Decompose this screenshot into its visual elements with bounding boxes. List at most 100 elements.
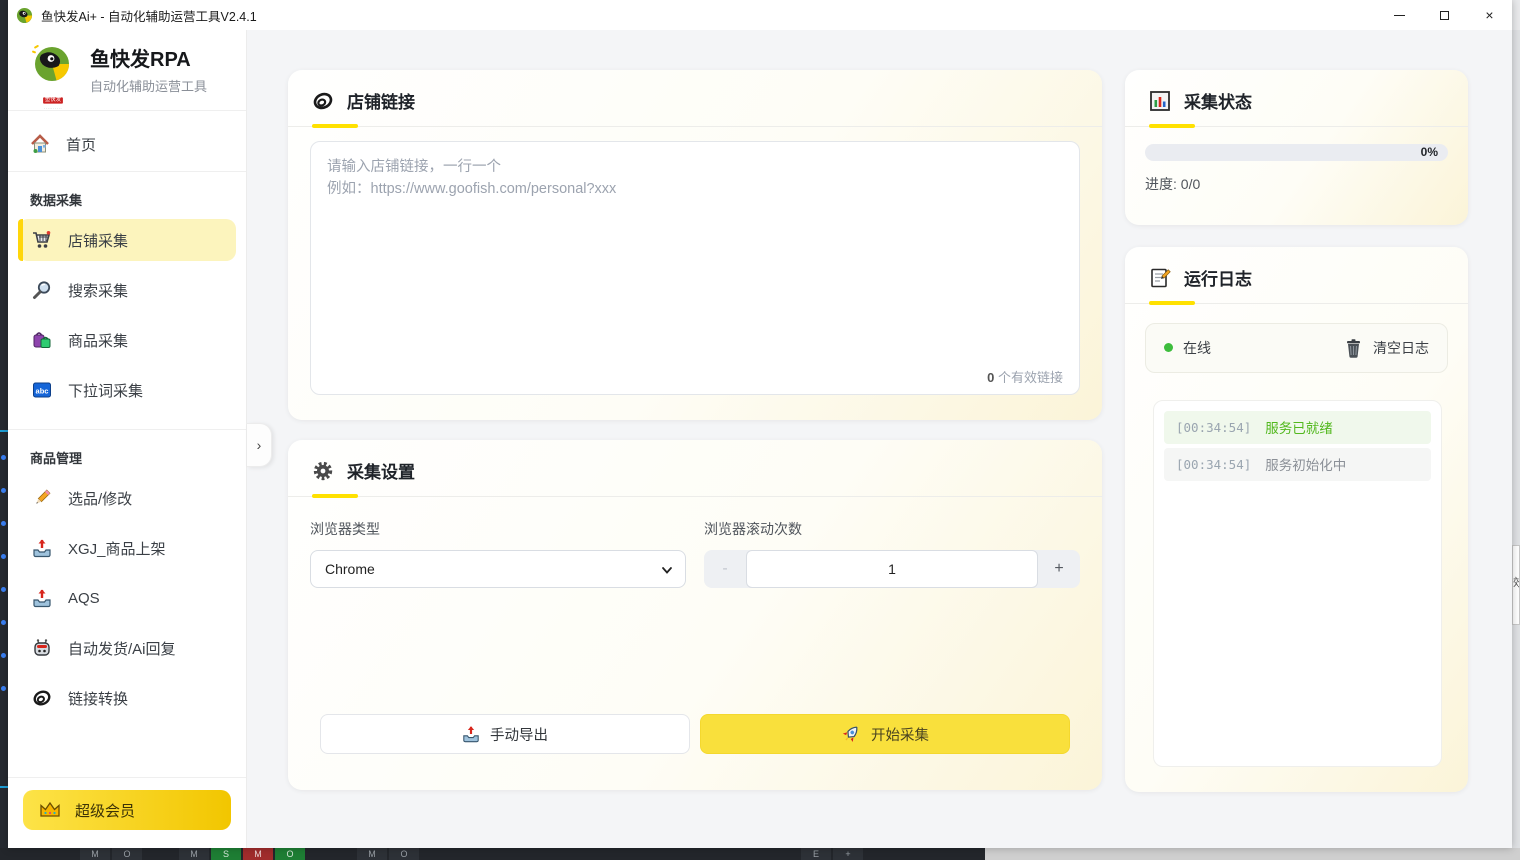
backdrop-dot	[1, 521, 6, 526]
cart-icon	[32, 230, 52, 250]
log-timestamp: [00:34:54]	[1176, 457, 1251, 472]
brand-slogan: 自动化辅助运营工具	[90, 76, 207, 95]
maximize-button[interactable]	[1422, 0, 1467, 30]
log-entry: [00:34:54] 服务已就绪	[1164, 411, 1431, 444]
start-collect-button[interactable]: 开始采集	[700, 714, 1070, 754]
sidebar-item-label: 店铺采集	[68, 230, 128, 251]
sidebar-item-product-collect[interactable]: 商品采集	[18, 319, 236, 361]
title-underline	[1125, 303, 1468, 304]
run-log-card: 运行日志 在线 清空日志	[1125, 247, 1468, 792]
backdrop-dot	[1, 587, 6, 592]
card-title: 采集状态	[1184, 88, 1252, 113]
sidebar-item-link-convert[interactable]: 链接转换	[18, 677, 236, 719]
window-controls: ×	[1377, 0, 1512, 30]
shop-links-inputbox: 0 个有效链接	[310, 141, 1080, 395]
minimize-icon	[1394, 15, 1405, 16]
taskbar-tile[interactable]: S	[211, 848, 241, 860]
fish-logo-icon	[28, 42, 74, 88]
manual-export-label: 手动导出	[490, 724, 548, 745]
minimize-button[interactable]	[1377, 0, 1422, 30]
online-label: 在线	[1183, 338, 1211, 358]
sidebar-collapse-handle[interactable]: ›	[247, 423, 272, 467]
divider	[8, 429, 246, 430]
divider	[8, 110, 246, 111]
sidebar-item-label: 搜索采集	[68, 280, 128, 301]
app-window: 鱼快发Ai+ - 自动化辅助运营工具V2.4.1 ×	[8, 0, 1512, 848]
online-status: 在线	[1164, 338, 1211, 358]
link-swirl-icon	[32, 688, 52, 708]
super-member-button[interactable]: 超级会员	[23, 790, 231, 830]
close-button[interactable]: ×	[1467, 0, 1512, 30]
taskbar-tile[interactable]: M	[243, 848, 273, 860]
backdrop-dot	[1, 686, 6, 691]
browser-type-value: Chrome	[325, 561, 375, 577]
sidebar-item-dropdown-word-collect[interactable]: abc 下拉词采集	[18, 369, 236, 411]
upload-tray-icon	[32, 588, 52, 608]
taskbar-tile[interactable]: M	[357, 848, 387, 860]
logo-caption: 鱼快发	[43, 97, 63, 103]
log-status-bar: 在线 清空日志	[1145, 323, 1448, 373]
sidebar-item-aqs[interactable]: AQS	[18, 577, 236, 619]
app-fish-icon	[16, 7, 33, 24]
shopping-bags-icon	[32, 330, 52, 350]
stepper-minus-button[interactable]: -	[704, 550, 746, 588]
sidebar-item-shop-collect[interactable]: 店铺采集	[18, 219, 236, 261]
main-content: 店铺链接 0 个有效链接 采集设置	[247, 30, 1512, 848]
close-icon: ×	[1485, 8, 1493, 22]
card-title: 运行日志	[1184, 265, 1252, 290]
taskbar-tile[interactable]: O	[112, 848, 142, 860]
collect-settings-card: 采集设置 浏览器类型 Chrome	[288, 440, 1102, 790]
sidebar-section-product-manage: 商品管理	[30, 448, 246, 467]
chevron-down-icon	[661, 564, 673, 576]
taskbar-tile[interactable]: M	[80, 848, 110, 860]
valid-link-count-suffix: 个有效链接	[994, 370, 1063, 385]
stepper-plus-button[interactable]: +	[1038, 550, 1080, 588]
sidebar: 鱼快发 ·········· 鱼快发RPA 自动化辅助运营工具 首页 数据	[8, 30, 247, 848]
sidebar-item-label: 商品采集	[68, 330, 128, 351]
clear-log-button[interactable]: 清空日志	[1344, 338, 1429, 358]
sidebar-item-xgj-listing[interactable]: XGJ_商品上架	[18, 527, 236, 569]
svg-text:abc: abc	[36, 386, 49, 395]
brand-logo: 鱼快发 ··········	[28, 42, 78, 100]
sidebar-item-search-collect[interactable]: 搜索采集	[18, 269, 236, 311]
scroll-count-stepper: - 1 +	[704, 550, 1080, 588]
sidebar-item-select-edit[interactable]: 选品/修改	[18, 477, 236, 519]
backdrop-dot	[1, 455, 6, 460]
scroll-count-input[interactable]: 1	[746, 550, 1038, 588]
sidebar-section-data-collect: 数据采集	[30, 190, 246, 209]
rocket-icon	[841, 724, 861, 744]
taskbar-tile[interactable]: O	[389, 848, 419, 860]
window-title: 鱼快发Ai+ - 自动化辅助运营工具V2.4.1	[41, 6, 257, 25]
taskbar-tile[interactable]: M	[179, 848, 209, 860]
manual-export-button[interactable]: 手动导出	[320, 714, 690, 754]
sidebar-item-label: AQS	[68, 590, 100, 607]
abc-icon: abc	[32, 380, 52, 400]
divider	[8, 171, 246, 172]
online-dot-icon	[1164, 343, 1173, 352]
shop-links-textarea[interactable]	[311, 142, 1079, 394]
start-collect-label: 开始采集	[871, 724, 929, 745]
taskbar-tile[interactable]: E	[801, 848, 831, 860]
export-tray-icon	[462, 725, 480, 743]
taskbar-tile[interactable]: +	[833, 848, 863, 860]
browser-type-select[interactable]: Chrome	[310, 550, 686, 588]
valid-link-counter: 0 个有效链接	[987, 367, 1063, 386]
sidebar-item-label: 选品/修改	[68, 488, 132, 509]
sidebar-item-label: 自动发货/Ai回复	[68, 638, 176, 659]
progress-bar: 0%	[1145, 144, 1448, 161]
search-icon	[32, 280, 52, 300]
sidebar-item-auto-ship-ai-reply[interactable]: 自动发货/Ai回复	[18, 627, 236, 669]
background-window-text-fragment: 效	[1512, 545, 1520, 625]
taskbar-tile[interactable]: O	[275, 848, 305, 860]
sidebar-item-label: 链接转换	[68, 688, 128, 709]
background-window-right-strip: 效	[1512, 30, 1520, 848]
sidebar-item-home[interactable]: 首页	[16, 123, 238, 165]
log-message: 服务初始化中	[1265, 454, 1346, 474]
home-icon	[30, 134, 50, 154]
windows-taskbar[interactable]: M O M S M O M O E +	[0, 848, 985, 860]
scroll-count-label: 浏览器滚动次数	[704, 519, 1080, 539]
log-panel[interactable]: [00:34:54] 服务已就绪 [00:34:54] 服务初始化中	[1153, 400, 1442, 767]
title-bar[interactable]: 鱼快发Ai+ - 自动化辅助运营工具V2.4.1 ×	[8, 0, 1512, 30]
sidebar-item-label: 下拉词采集	[68, 380, 143, 401]
super-member-label: 超级会员	[75, 800, 135, 821]
